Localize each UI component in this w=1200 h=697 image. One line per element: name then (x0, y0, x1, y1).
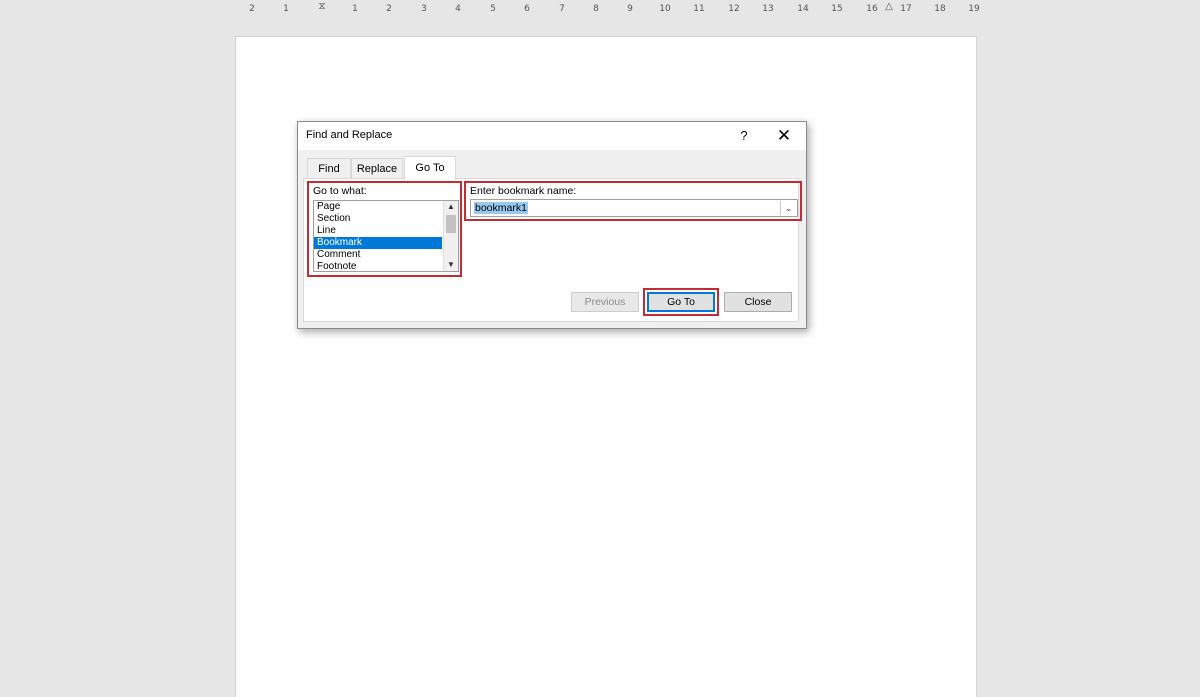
ruler-label: 14 (797, 4, 809, 14)
tab-label: Go To (415, 162, 445, 174)
ruler-label: 19 (968, 4, 980, 14)
tab-replace[interactable]: Replace (351, 158, 403, 179)
ruler-label: 17 (900, 4, 912, 14)
horizontal-ruler[interactable]: ⧖ △ 2 1 1 2 3 4 5 6 7 8 9 10 11 12 13 14… (232, 0, 980, 20)
ruler-label: 11 (693, 4, 705, 14)
ruler-label: 18 (934, 4, 946, 14)
ruler-label: 15 (831, 4, 843, 14)
ruler-label: 10 (659, 4, 671, 14)
dialog-title-bar[interactable]: Find and Replace ? ✕ (298, 122, 806, 150)
tab-find[interactable]: Find (307, 158, 351, 179)
ruler-label: 7 (559, 4, 565, 14)
ruler-label: 1 (283, 4, 289, 14)
close-button[interactable]: Close (724, 292, 792, 312)
left-indent-marker-icon[interactable]: ⧖ (318, 2, 325, 12)
right-indent-marker-icon[interactable]: △ (885, 2, 893, 12)
ruler-label: 8 (593, 4, 599, 14)
previous-button[interactable]: Previous (571, 292, 639, 312)
ruler-label: 2 (249, 4, 255, 14)
ruler-label: 2 (386, 4, 392, 14)
highlight-frame (464, 181, 802, 221)
tab-label: Find (318, 163, 340, 175)
tab-goto[interactable]: Go To (404, 156, 456, 180)
ruler-label: 9 (627, 4, 633, 14)
close-icon[interactable]: ✕ (773, 126, 795, 146)
ruler-label: 3 (421, 4, 427, 14)
highlight-frame (307, 181, 462, 277)
ruler-label: 12 (728, 4, 740, 14)
dialog-title: Find and Replace (306, 129, 393, 141)
ruler-label: 4 (455, 4, 461, 14)
find-replace-dialog: Find and Replace ? ✕ Find Replace Go To … (297, 121, 807, 329)
help-button[interactable]: ? (734, 127, 754, 145)
ruler-label: 1 (352, 4, 358, 14)
ruler-label: 5 (490, 4, 496, 14)
highlight-frame (643, 288, 719, 316)
tab-label: Replace (356, 163, 398, 175)
ruler-label: 6 (524, 4, 530, 14)
ruler-label: 13 (762, 4, 774, 14)
ruler-label: 16 (866, 4, 878, 14)
